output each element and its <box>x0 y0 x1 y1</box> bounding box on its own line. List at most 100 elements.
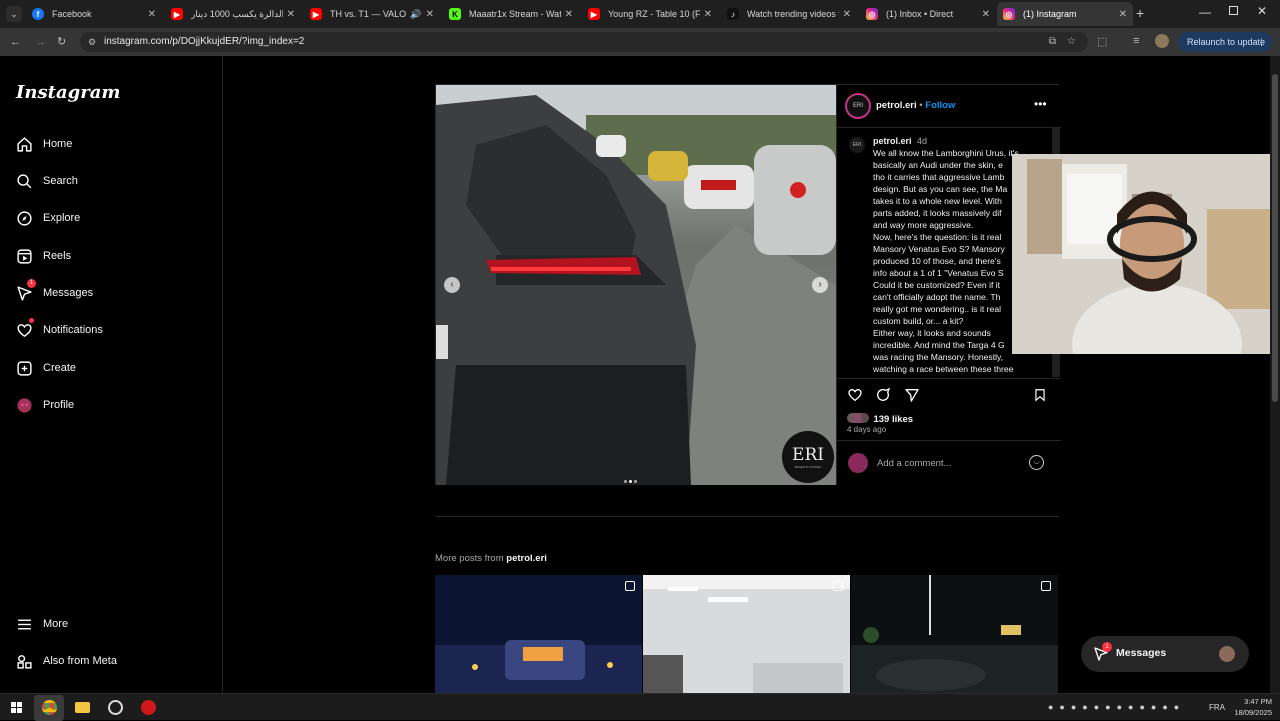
back-icon[interactable]: ← <box>10 36 21 48</box>
sidebar-item-more[interactable]: More <box>16 610 68 638</box>
app-icon[interactable] <box>141 700 156 715</box>
close-tab-icon[interactable]: ✕ <box>565 9 573 20</box>
more-posts-heading: More posts from petrol.eri <box>435 553 547 564</box>
more-post-thumbnail[interactable] <box>435 575 642 693</box>
instagram-page: Instagram Home Search Explore Reels 1 Me… <box>0 56 1270 693</box>
address-bar[interactable]: ⚙ instagram.com/p/DOjjKkujdER/?img_index… <box>80 32 1088 52</box>
heart-icon <box>17 323 32 337</box>
browser-tab[interactable]: ♪ Watch trending videos fo ✕ <box>721 2 857 26</box>
kick-icon: K <box>449 8 461 20</box>
likes-count[interactable]: 139 likes <box>873 414 913 425</box>
windows-start-icon[interactable] <box>11 702 22 713</box>
sidebar-item-label: Reels <box>43 250 72 262</box>
sidebar-item-notifications[interactable]: Notifications <box>16 316 103 344</box>
caption-age: 4d <box>917 136 928 146</box>
extensions-icon[interactable]: ⬚ <box>1097 35 1107 48</box>
page-scrollbar[interactable] <box>1270 56 1280 693</box>
sidebar-item-explore[interactable]: Explore <box>16 204 80 232</box>
search-icon <box>17 173 32 188</box>
compass-icon <box>17 210 32 226</box>
browser-tab[interactable]: f Facebook ✕ <box>26 2 162 26</box>
like-heart-icon[interactable] <box>847 387 863 403</box>
site-info-icon[interactable]: ⚙ <box>88 32 96 52</box>
messages-floating-button[interactable]: 1 Messages <box>1081 636 1249 672</box>
browser-tab-active[interactable]: ◎ (1) Instagram ✕ <box>997 2 1133 26</box>
relaunch-button[interactable]: Relaunch to update ⋮ <box>1178 32 1272 52</box>
tab-list-button[interactable]: ⌄ <box>6 6 22 22</box>
close-tab-icon[interactable]: ✕ <box>1119 9 1127 20</box>
youtube-icon: ▶ <box>171 8 183 20</box>
plus-square-icon <box>17 360 32 376</box>
browser-tab[interactable]: ▶ الدالرة يكسب 1000 دينار TN ✕ <box>165 2 301 26</box>
sidebar-item-home[interactable]: Home <box>16 130 72 158</box>
next-slide-button[interactable]: › <box>812 277 828 293</box>
close-tab-icon[interactable]: ✕ <box>982 9 990 20</box>
minimize-icon[interactable]: — <box>1199 5 1211 19</box>
clock[interactable]: 3:47 PM 18/09/2025 <box>1232 696 1272 718</box>
post-options-icon[interactable]: ••• <box>1034 97 1047 111</box>
instagram-logo[interactable]: Instagram <box>16 82 120 103</box>
bookmark-star-icon[interactable]: ☆ <box>1067 32 1076 52</box>
comment-input[interactable]: Add a comment... <box>877 458 951 469</box>
scrollbar-thumb[interactable] <box>1272 74 1278 402</box>
speaker-icon[interactable]: 🔊 <box>410 9 421 20</box>
author-username[interactable]: petrol.eri <box>876 100 917 111</box>
sidebar-item-search[interactable]: Search <box>16 167 78 195</box>
save-bookmark-icon[interactable] <box>1033 387 1047 403</box>
emoji-icon[interactable]: ◡ <box>1029 455 1044 470</box>
sidebar-item-create[interactable]: Create <box>16 354 76 382</box>
file-explorer-icon[interactable] <box>75 702 90 713</box>
youtube-icon: ▶ <box>310 8 322 20</box>
close-tab-icon[interactable]: ✕ <box>843 9 851 20</box>
browser-tab[interactable]: ▶ Young RZ - Table 10 (Free ✕ <box>582 2 718 26</box>
tab-title: Maaatr1x Stream - Watch <box>469 9 561 19</box>
instagram-icon: ◎ <box>866 8 878 20</box>
close-tab-icon[interactable]: ✕ <box>704 9 712 20</box>
comment-icon[interactable] <box>875 387 891 403</box>
tab-title: الدالرة يكسب 1000 دينار TN <box>191 8 283 19</box>
caption-avatar[interactable]: ERI <box>849 137 865 153</box>
sidebar-item-label: Search <box>43 175 78 187</box>
close-tab-icon[interactable]: ✕ <box>148 9 156 20</box>
sidebar-item-also-from-meta[interactable]: Also from Meta <box>16 647 117 675</box>
watermark-text: ERI <box>792 445 824 465</box>
forward-icon[interactable]: → <box>35 36 46 48</box>
follow-button[interactable]: Follow <box>925 100 955 111</box>
media-control-icon[interactable]: ≡ <box>1133 35 1139 47</box>
app-icon[interactable] <box>108 700 123 715</box>
messages-badge: 1 <box>1102 642 1112 652</box>
install-app-icon[interactable]: ⧉ <box>1049 32 1056 52</box>
author-avatar[interactable]: ERI <box>845 93 871 119</box>
more-post-thumbnail[interactable] <box>643 575 850 693</box>
language-indicator[interactable]: FRA <box>1209 703 1225 712</box>
sidebar-item-reels[interactable]: Reels <box>16 242 71 270</box>
browser-tab[interactable]: ▶ TH vs. T1 — VALORANT 🔊 ✕ <box>304 2 440 26</box>
meta-apps-icon <box>17 654 32 669</box>
carousel-dot-active <box>629 480 632 483</box>
system-tray-icons[interactable]: ●●●●●●●●●●●● <box>1048 702 1185 712</box>
watermark-logo: ERI BASED IN TUNISIA <box>782 431 834 483</box>
restore-icon[interactable] <box>1229 6 1238 15</box>
share-icon[interactable] <box>904 387 920 403</box>
caption-username[interactable]: petrol.eri <box>873 136 912 146</box>
sidebar-item-label: Notifications <box>43 324 103 336</box>
more-post-thumbnail[interactable] <box>851 575 1058 693</box>
kebab-menu-icon[interactable]: ⋮ <box>1257 32 1266 52</box>
browser-tab[interactable]: ◎ (1) Inbox • Direct ✕ <box>860 2 996 26</box>
reload-icon[interactable]: ↻ <box>57 35 66 48</box>
previous-slide-button[interactable]: ‹ <box>444 277 460 293</box>
caption-line: watching a race between these three <box>873 364 1014 374</box>
close-tab-icon[interactable]: ✕ <box>426 9 434 20</box>
browser-tab[interactable]: K Maaatr1x Stream - Watch ✕ <box>443 2 579 26</box>
close-window-icon[interactable]: ✕ <box>1257 4 1267 18</box>
new-tab-button[interactable]: + <box>1136 5 1144 21</box>
sidebar-item-profile[interactable]: Profile <box>16 391 74 419</box>
more-posts-username[interactable]: petrol.eri <box>506 553 547 564</box>
sidebar-item-label: Home <box>43 138 73 150</box>
action-bar <box>847 387 920 408</box>
close-tab-icon[interactable]: ✕ <box>287 9 295 20</box>
sidebar-item-label: Messages <box>43 287 94 299</box>
profile-avatar[interactable] <box>1155 34 1169 48</box>
sidebar-item-messages[interactable]: 1 Messages <box>16 279 93 307</box>
post-media[interactable]: ERI BASED IN TUNISIA ‹ › <box>436 85 836 485</box>
